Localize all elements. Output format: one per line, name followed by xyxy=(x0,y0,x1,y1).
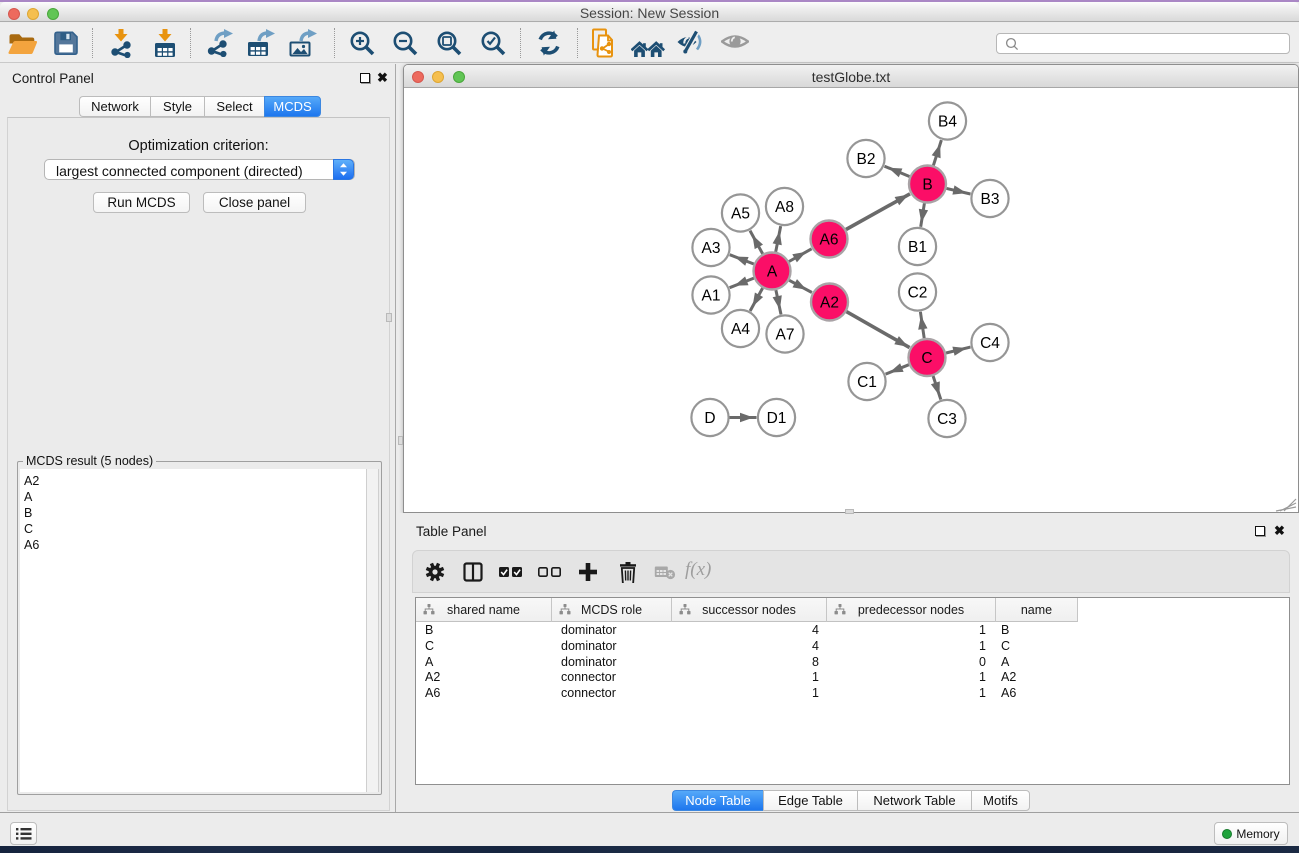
svg-text:A6: A6 xyxy=(820,232,839,249)
svg-text:D: D xyxy=(704,410,715,427)
svg-text:C1: C1 xyxy=(857,374,877,391)
svg-text:D1: D1 xyxy=(767,410,787,427)
svg-text:B4: B4 xyxy=(938,114,957,131)
svg-text:C: C xyxy=(921,350,932,367)
svg-text:A2: A2 xyxy=(820,295,839,312)
svg-text:C3: C3 xyxy=(937,411,957,428)
svg-text:C4: C4 xyxy=(980,335,1000,352)
svg-text:A3: A3 xyxy=(702,240,721,257)
svg-text:A5: A5 xyxy=(731,206,750,223)
svg-text:A8: A8 xyxy=(775,199,794,216)
svg-text:C2: C2 xyxy=(908,285,928,302)
svg-text:A: A xyxy=(767,264,778,281)
svg-text:B1: B1 xyxy=(908,239,927,256)
svg-text:A1: A1 xyxy=(702,288,721,305)
svg-text:A4: A4 xyxy=(731,321,750,338)
svg-text:B3: B3 xyxy=(981,191,1000,208)
svg-text:B: B xyxy=(922,177,932,194)
svg-text:B2: B2 xyxy=(857,151,876,168)
svg-text:A7: A7 xyxy=(776,327,795,344)
